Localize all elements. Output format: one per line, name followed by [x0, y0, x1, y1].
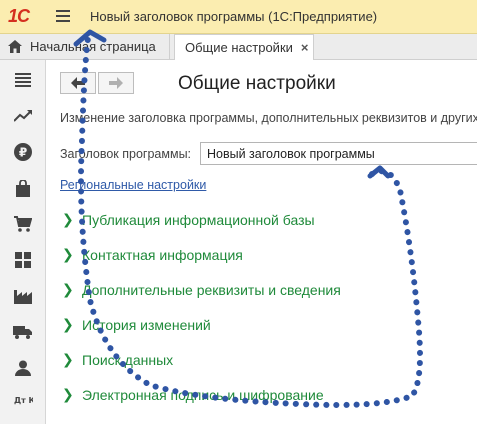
group-label: Дополнительные реквизиты и сведения — [82, 281, 341, 298]
group-label: Публикация информационной базы — [82, 211, 315, 228]
dt-kt-label: Дт Кт — [14, 396, 33, 405]
arrow-left-icon — [71, 77, 85, 89]
cart-icon[interactable] — [13, 214, 33, 234]
app-title: Новый заголовок программы (1С:Предприяти… — [90, 9, 378, 24]
menu-icon[interactable] — [13, 70, 33, 90]
truck-icon[interactable] — [13, 322, 33, 342]
tab-general-settings-label: Общие настройки — [185, 40, 293, 55]
group-additional-attributes[interactable]: ❯ Дополнительные реквизиты и сведения — [62, 281, 341, 298]
group-label: Поиск данных — [82, 351, 174, 368]
chevron-right-icon: ❯ — [62, 211, 74, 227]
ruble-icon[interactable]: ₽ — [13, 142, 33, 162]
program-title-input[interactable] — [200, 142, 477, 165]
group-publication[interactable]: ❯ Публикация информационной базы — [62, 211, 315, 228]
main-menu-button[interactable] — [56, 10, 70, 22]
tab-home[interactable]: Начальная страница — [0, 34, 170, 59]
page-description: Изменение заголовка программы, дополните… — [60, 111, 477, 125]
arrow-right-icon — [109, 77, 123, 89]
chevron-right-icon: ❯ — [62, 386, 74, 402]
chevron-right-icon: ❯ — [62, 316, 74, 332]
bag-icon[interactable] — [13, 178, 33, 198]
page-title: Общие настройки — [178, 73, 336, 94]
forward-button[interactable] — [98, 72, 134, 94]
svg-text:₽: ₽ — [19, 146, 27, 160]
group-label: Контактная информация — [82, 246, 243, 263]
person-icon[interactable] — [13, 358, 33, 378]
chevron-right-icon: ❯ — [62, 281, 74, 297]
chevron-right-icon: ❯ — [62, 246, 74, 262]
tab-general-settings[interactable]: Общие настройки × — [174, 34, 314, 60]
chevron-right-icon: ❯ — [62, 351, 74, 367]
tab-bar: Начальная страница Общие настройки × — [0, 34, 477, 60]
navigation-buttons — [60, 72, 134, 96]
group-label: История изменений — [82, 316, 211, 333]
program-title-label: Заголовок программы: — [60, 147, 192, 161]
trend-icon[interactable] — [13, 106, 33, 126]
title-bar: 1С Новый заголовок программы (1С:Предпри… — [0, 0, 477, 34]
tab-home-label: Начальная страница — [30, 39, 156, 54]
back-button[interactable] — [60, 72, 96, 94]
1c-logo: 1С — [8, 6, 30, 26]
sections-panel: ₽ Дт Кт — [0, 60, 46, 424]
group-data-search[interactable]: ❯ Поиск данных — [62, 351, 173, 368]
factory-icon[interactable] — [13, 286, 33, 306]
group-change-history[interactable]: ❯ История изменений — [62, 316, 211, 333]
grid-icon[interactable] — [13, 250, 33, 270]
group-label: Электронная подпись и шифрование — [82, 386, 324, 403]
dt-kt-icon[interactable]: Дт Кт — [13, 394, 33, 414]
group-contact-info[interactable]: ❯ Контактная информация — [62, 246, 243, 263]
group-digital-signature[interactable]: ❯ Электронная подпись и шифрование — [62, 386, 324, 403]
home-icon — [8, 40, 22, 53]
regional-settings-link[interactable]: Региональные настройки — [60, 178, 206, 192]
close-icon[interactable]: × — [301, 40, 309, 55]
